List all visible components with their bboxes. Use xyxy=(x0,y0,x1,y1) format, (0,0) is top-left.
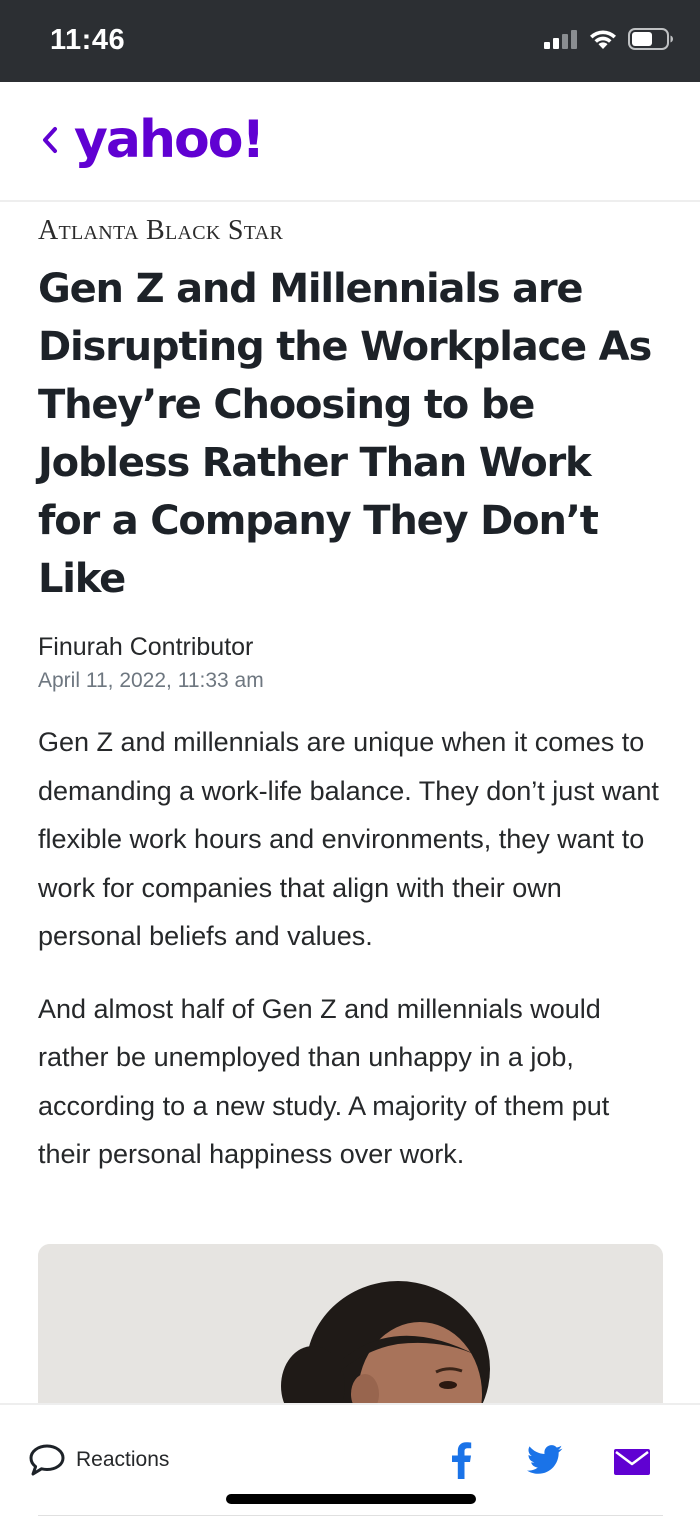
bottom-action-bar: Reactions xyxy=(0,1403,700,1516)
article-date: April 11, 2022, 11:33 am xyxy=(38,669,264,692)
battery-icon xyxy=(628,28,673,50)
reactions-label: Reactions xyxy=(76,1448,170,1471)
home-indicator[interactable] xyxy=(226,1494,476,1504)
publisher-logo[interactable]: Atlanta Black Star xyxy=(38,212,664,252)
mail-icon xyxy=(614,1449,650,1475)
article-paragraph: Gen Z and millennials are unique when it… xyxy=(38,727,659,951)
hero-photo xyxy=(38,1244,663,1424)
chevron-left-icon xyxy=(43,127,57,153)
article: Atlanta Black Star Gen Z and Millennials… xyxy=(38,212,664,1179)
status-bar: 11:46 xyxy=(0,0,700,82)
share-facebook-button[interactable] xyxy=(448,1441,474,1484)
cellular-signal-icon xyxy=(544,30,577,49)
app-header: yahoo! xyxy=(0,82,700,202)
article-hero-image xyxy=(38,1244,663,1424)
comment-icon xyxy=(29,1444,65,1476)
article-author: Finurah Contributor xyxy=(38,633,254,661)
wifi-icon xyxy=(590,30,616,49)
status-icons xyxy=(544,28,674,50)
reactions-button[interactable]: Reactions xyxy=(28,1443,169,1477)
article-headline: Gen Z and Millennials are Disrupting the… xyxy=(38,266,652,602)
back-button[interactable] xyxy=(36,120,64,160)
share-email-button[interactable] xyxy=(614,1449,650,1480)
yahoo-logo[interactable]: yahoo! xyxy=(74,110,265,170)
twitter-icon xyxy=(527,1445,563,1474)
article-paragraph: And almost half of Gen Z and millennials… xyxy=(38,993,610,1170)
status-time: 11:46 xyxy=(50,24,126,56)
facebook-icon xyxy=(452,1442,472,1479)
share-twitter-button[interactable] xyxy=(527,1445,563,1480)
